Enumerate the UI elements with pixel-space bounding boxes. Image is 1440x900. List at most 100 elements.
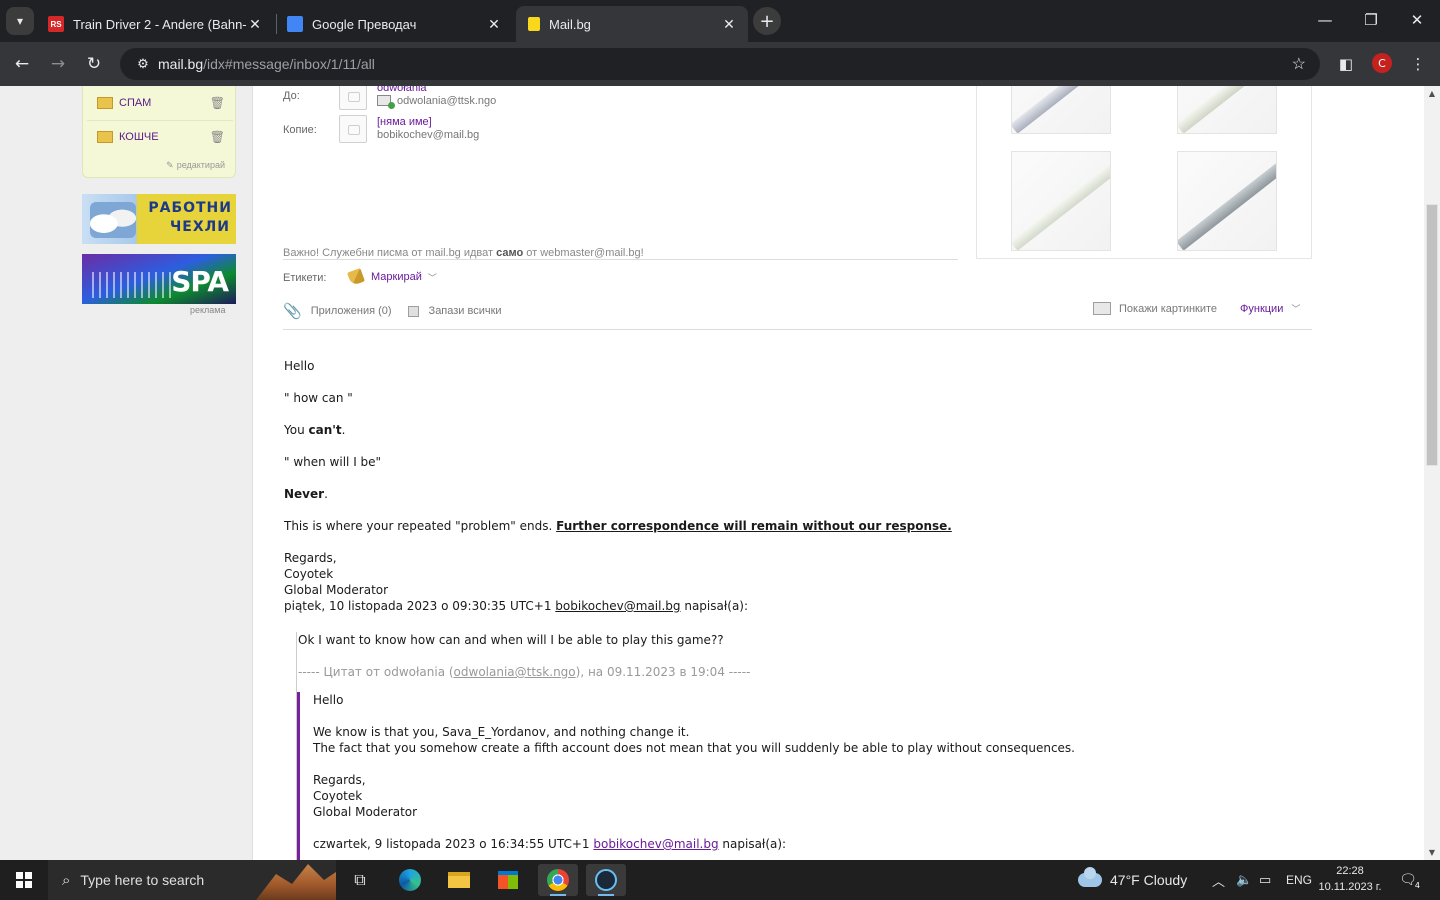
quote-email-link[interactable]: odwolania@ttsk.ngo — [454, 665, 576, 679]
to-email-row[interactable]: odwolania@ttsk.ngo — [377, 95, 496, 109]
page-viewport: СПАМ 🗑 КОШЧЕ 🗑 ✎ редактирай РАБОТНИ ЧЕХЛИ… — [0, 86, 1424, 860]
divider — [87, 120, 233, 121]
functions-dropdown[interactable]: Функции ﹀ — [1240, 302, 1300, 315]
quoted-line: We know is that you, Sava_E_Yordanov, an… — [313, 725, 690, 739]
menu-icon[interactable]: ⋮ — [1404, 50, 1432, 78]
body-line: " when will I be" — [284, 455, 382, 469]
steam-icon[interactable] — [586, 864, 626, 896]
folder-list: СПАМ 🗑 КОШЧЕ 🗑 ✎ редактирай — [82, 86, 236, 178]
file-explorer-icon[interactable] — [439, 864, 479, 896]
bookmark-star-icon[interactable]: ☆ — [1292, 54, 1306, 74]
edge-icon[interactable] — [390, 864, 430, 896]
product-thumbnail[interactable] — [1011, 151, 1111, 251]
back-icon[interactable]: ← — [8, 50, 36, 78]
attachments-label[interactable]: Приложения (0) — [311, 305, 392, 317]
edit-folders-link[interactable]: ✎ редактирай — [166, 160, 225, 171]
folder-trash[interactable]: КОШЧЕ 🗑 — [83, 122, 237, 152]
page-scrollbar[interactable]: ▲ ▼ — [1424, 86, 1440, 860]
to-label: До: — [283, 90, 300, 102]
pencil-icon: ✎ — [166, 160, 174, 170]
clock[interactable]: 22:28 10.11.2023 г. — [1310, 863, 1390, 895]
scroll-down-icon[interactable]: ▼ — [1424, 848, 1440, 857]
scrollbar-thumb[interactable] — [1426, 204, 1438, 466]
quoted-line: The fact that you somehow create a fifth… — [313, 741, 1075, 755]
notifications-icon[interactable]: 🗨 4 — [1396, 869, 1420, 891]
folder-spam[interactable]: СПАМ 🗑 — [83, 88, 237, 118]
minimize-icon[interactable]: — — [1302, 0, 1348, 40]
product-thumbnail[interactable] — [1177, 86, 1277, 134]
volume-icon[interactable]: 🔈 — [1236, 860, 1252, 900]
body-line: Regards, — [284, 551, 337, 565]
body-line: Global Moderator — [284, 583, 389, 597]
notification-count: 4 — [1414, 881, 1420, 890]
chevron-down-icon: ﹀ — [1291, 304, 1301, 314]
tab-search-icon[interactable]: ▾ — [6, 7, 34, 35]
divider — [283, 329, 1312, 330]
task-view-icon[interactable]: ⧉ — [340, 864, 380, 896]
tab-mail-bg[interactable]: Mail.bg ✕ — [516, 6, 748, 42]
scroll-up-icon[interactable]: ▲ — [1424, 89, 1440, 98]
network-icon[interactable]: ▭ — [1259, 860, 1271, 900]
trash-folder-icon — [97, 131, 113, 143]
cc-label: Копие: — [283, 124, 317, 136]
divider — [283, 259, 958, 260]
trash-icon[interactable]: 🗑 — [210, 96, 225, 110]
quoted-line: Global Moderator — [313, 805, 418, 819]
trash-icon[interactable]: 🗑 — [210, 130, 225, 144]
message-body: Hello " how can " You can't. " when will… — [284, 358, 1314, 614]
save-all-button[interactable]: Запази всички — [429, 305, 502, 317]
tab-train-driver[interactable]: RS Train Driver 2 - Andere (Bahn-)S ✕ — [38, 6, 274, 42]
restore-icon[interactable]: ❐ — [1348, 0, 1394, 40]
language-indicator[interactable]: ENG — [1286, 860, 1312, 900]
tag-button[interactable]: Маркирай ﹀ — [347, 268, 437, 286]
time: 22:28 — [1336, 865, 1364, 877]
product-image — [1012, 161, 1110, 250]
windows-taskbar: ⌕ Type here to search ⧉ 47°F Cloudy ︿ 🔈 … — [0, 860, 1440, 900]
chevron-up-icon[interactable]: ︿ — [1212, 871, 1225, 890]
reply-email-link[interactable]: bobikochev@mail.bg — [555, 599, 680, 613]
windows-start-icon[interactable] — [0, 860, 48, 900]
tab-google-translate[interactable]: Google Преводач ✕ — [277, 6, 513, 42]
reload-icon[interactable]: ↻ — [80, 50, 108, 78]
product-image — [1178, 161, 1276, 250]
ad-text: SPA — [171, 265, 229, 298]
new-tab-icon[interactable]: + — [753, 7, 781, 35]
address-bar[interactable]: ⚙ mail.bg/idx#message/inbox/1/11/all ☆ — [120, 48, 1320, 80]
ad-text: ЧЕХЛИ — [169, 219, 230, 235]
cc-name[interactable]: [няма име] — [377, 116, 432, 128]
reply-email-link[interactable]: bobikochev@mail.bg — [593, 837, 718, 851]
weather-widget[interactable]: 47°F Cloudy — [1078, 860, 1187, 900]
search-highlight-image — [256, 864, 336, 900]
ad-banner-spa[interactable]: SPA — [82, 254, 236, 304]
show-hidden-icons[interactable]: ︿ — [1212, 860, 1225, 900]
ad-banner-slippers[interactable]: РАБОТНИ ЧЕХЛИ — [82, 194, 236, 244]
close-icon[interactable]: ✕ — [246, 16, 264, 33]
product-thumbnail[interactable] — [1011, 86, 1111, 134]
profile-avatar[interactable]: C — [1372, 53, 1392, 73]
site-info-icon[interactable]: ⚙ — [128, 56, 158, 72]
forward-icon[interactable]: → — [44, 50, 72, 78]
close-icon[interactable]: ✕ — [720, 16, 738, 33]
save-icon — [407, 305, 419, 317]
taskbar-search[interactable]: ⌕ Type here to search — [48, 860, 336, 900]
to-name[interactable]: odwołania — [377, 86, 427, 94]
quoted-line: Hello — [313, 693, 344, 707]
microsoft-store-icon[interactable] — [488, 864, 528, 896]
contact-photo — [339, 115, 367, 143]
close-icon[interactable]: ✕ — [485, 16, 503, 33]
product-thumbnail[interactable] — [1177, 151, 1277, 251]
body-line: Never. — [284, 487, 328, 501]
security-notice: Важно! Служебни писма от mail.bg идват с… — [283, 247, 644, 259]
ad-image — [90, 202, 136, 238]
side-panel-icon[interactable]: ◧ — [1332, 50, 1360, 78]
product-image — [1178, 86, 1276, 133]
add-contact-icon[interactable] — [377, 95, 395, 109]
show-pictures-button[interactable]: Покажи картинките — [1093, 302, 1217, 315]
cc-email[interactable]: bobikochev@mail.bg — [377, 129, 479, 141]
pictures-icon — [1093, 302, 1111, 315]
search-icon: ⌕ — [62, 871, 71, 889]
chrome-icon[interactable] — [538, 864, 578, 896]
ad-text: РАБОТНИ — [148, 200, 232, 216]
cloud-icon — [1078, 867, 1102, 887]
close-window-icon[interactable]: ✕ — [1394, 0, 1440, 40]
